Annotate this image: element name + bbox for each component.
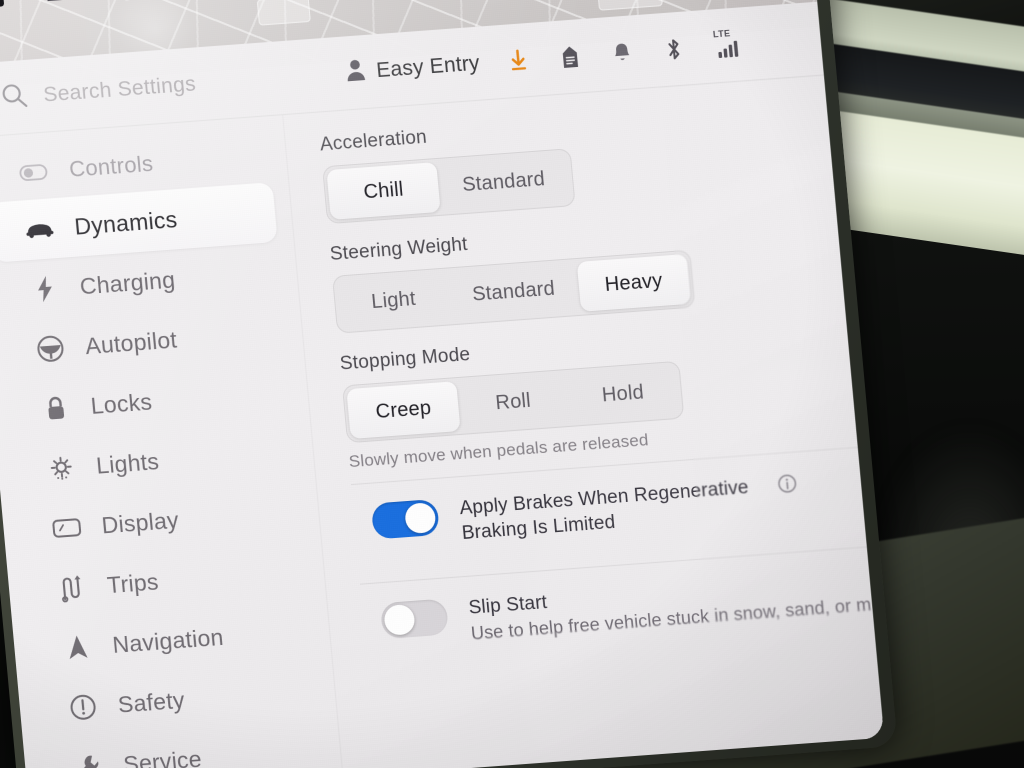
map-corner-chip[interactable]	[0, 0, 5, 9]
search-input[interactable]: Search Settings	[0, 68, 197, 117]
lte-label: LTE	[712, 27, 731, 39]
stopping-option-hold[interactable]: Hold	[566, 365, 680, 423]
settings-body: Controls Dynamics Charging Autopilot Loc…	[0, 70, 885, 768]
person-icon	[44, 0, 69, 7]
search-placeholder: Search Settings	[42, 71, 197, 107]
steering-option-heavy[interactable]: Heavy	[576, 253, 691, 312]
wrench-icon	[72, 751, 105, 768]
acceleration-segmented-control[interactable]: Chill Standard	[322, 148, 576, 225]
acceleration-group: Acceleration Chill Standard	[319, 96, 858, 225]
download-icon[interactable]	[504, 46, 532, 74]
stopping-option-roll[interactable]: Roll	[456, 373, 570, 431]
sidebar-item-label: Trips	[105, 567, 160, 598]
steering-weight-group: Steering Weight Light Standard Heavy	[329, 205, 868, 334]
sidebar-item-label: Autopilot	[84, 326, 179, 359]
toggle-knob	[383, 604, 416, 637]
sidebar-item-label: Display	[100, 506, 180, 538]
navigation-arrow-icon	[61, 631, 94, 663]
warning-circle-icon	[67, 691, 100, 723]
lock-icon	[40, 392, 73, 424]
person-icon	[344, 57, 367, 87]
document-icon[interactable]	[556, 43, 584, 71]
sidebar-item-label: Navigation	[111, 623, 225, 658]
sidebar-item-label: Service	[122, 745, 203, 768]
regen-brakes-label: Apply Brakes When Regenerative Braking I…	[458, 477, 750, 545]
photo-stage: Easy Entry 11:53 am 35°C	[0, 0, 1024, 768]
settings-panel: Search Settings Easy Entry LTE Controls …	[0, 1, 885, 768]
stopping-mode-group: Stopping Mode Creep Roll Hold Slowly mov…	[339, 315, 881, 473]
sidebar-item-label: Lights	[95, 447, 161, 479]
steering-weight-segmented-control[interactable]: Light Standard Heavy	[332, 249, 696, 334]
steering-wheel-icon	[34, 333, 67, 365]
light-icon	[45, 452, 78, 484]
regen-brakes-toggle[interactable]	[370, 498, 440, 540]
toggle-knob	[404, 502, 437, 535]
sidebar-item-label: Dynamics	[73, 205, 179, 240]
map-building	[595, 0, 663, 11]
slip-start-label: Slip Start	[467, 592, 549, 619]
toggle-icon	[18, 156, 51, 188]
steering-option-light[interactable]: Light	[336, 272, 450, 330]
display-icon	[50, 512, 83, 544]
acceleration-option-standard[interactable]: Standard	[436, 152, 571, 211]
info-circle-icon[interactable]	[777, 473, 798, 493]
stopping-option-creep[interactable]: Creep	[346, 381, 461, 439]
profile-button[interactable]: Easy Entry	[344, 49, 481, 88]
slip-start-toggle[interactable]	[379, 598, 449, 640]
screen-surface: Easy Entry 11:53 am 35°C	[0, 0, 885, 768]
car-icon	[23, 213, 56, 245]
steering-option-standard[interactable]: Standard	[446, 262, 581, 321]
profile-label: Easy Entry	[375, 51, 481, 82]
sidebar-item-label: Charging	[78, 266, 177, 299]
header-status-icons: Easy Entry LTE	[344, 27, 746, 88]
map-profile-label: Easy Entry	[77, 0, 207, 4]
bolt-icon	[29, 273, 62, 305]
acceleration-option-chill[interactable]: Chill	[326, 162, 441, 220]
lte-signal-icon[interactable]: LTE	[712, 27, 746, 59]
sidebar-section-label: Controls	[68, 150, 155, 182]
settings-content: Acceleration Chill Standard Steering Wei…	[283, 70, 885, 768]
bluetooth-icon[interactable]	[660, 35, 688, 63]
map-profile[interactable]: Easy Entry	[44, 0, 207, 7]
bell-icon[interactable]	[608, 39, 636, 67]
search-icon	[0, 80, 29, 114]
sidebar-item-label: Locks	[89, 388, 154, 419]
trips-icon	[56, 572, 89, 604]
sidebar-item-label: Safety	[116, 686, 186, 718]
touchscreen: Easy Entry 11:53 am 35°C	[0, 0, 885, 768]
